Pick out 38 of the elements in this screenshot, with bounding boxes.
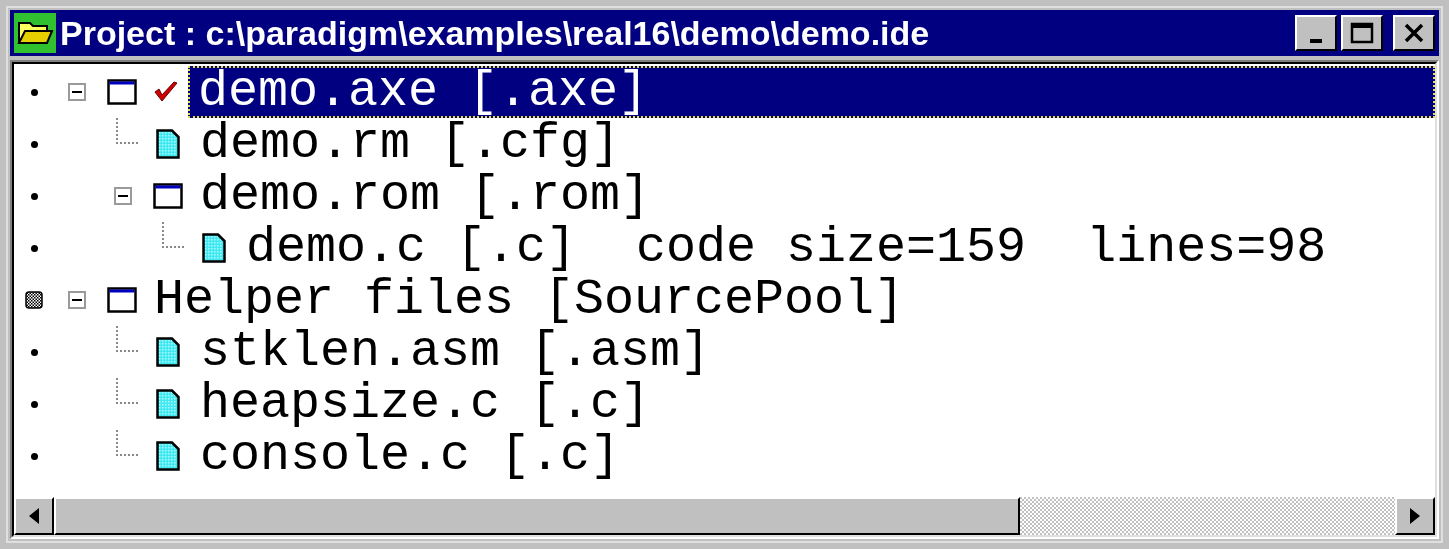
tree-connector	[116, 430, 138, 456]
collapse-toggle[interactable]	[114, 187, 132, 205]
tree-connector	[116, 118, 138, 144]
window-icon	[107, 287, 137, 313]
scroll-right-button[interactable]	[1395, 497, 1435, 535]
document-icon	[156, 337, 180, 367]
tree-item[interactable]: demo.axe [.axe]	[188, 66, 1435, 118]
tree-connector	[116, 326, 138, 352]
maximize-button[interactable]	[1341, 15, 1383, 51]
document-icon	[156, 389, 180, 419]
minimize-icon	[1310, 39, 1322, 43]
checkmark-icon	[153, 80, 179, 104]
tree-connector	[116, 378, 138, 404]
window-icon	[107, 79, 137, 105]
scroll-left-button[interactable]	[14, 497, 54, 535]
close-icon	[1403, 23, 1425, 43]
tree-item[interactable]: stklen.asm [.asm]	[190, 326, 721, 378]
folder-icon	[14, 13, 56, 53]
tree-item[interactable]: console.c [.c]	[190, 430, 631, 482]
minimize-button[interactable]	[1295, 15, 1337, 51]
tree-item[interactable]: demo.c [.c] code size=159 lines=98	[236, 222, 1337, 274]
window-icon	[153, 183, 183, 209]
tree-item[interactable]: heapsize.c [.c]	[190, 378, 661, 430]
scrollbar-thumb[interactable]	[54, 497, 1020, 535]
close-button[interactable]	[1393, 15, 1435, 51]
window-title: Project : c:\paradigm\examples\real16\demo\demo.ide	[60, 16, 931, 50]
document-icon	[156, 441, 180, 471]
collapse-toggle[interactable]	[68, 291, 86, 309]
tree-item[interactable]: demo.rm [.cfg]	[190, 118, 631, 170]
tree-connector	[162, 222, 184, 248]
document-icon	[156, 129, 180, 159]
left-arrow-icon	[29, 508, 39, 524]
right-arrow-icon	[1410, 508, 1420, 524]
document-icon	[202, 233, 226, 263]
tree-item[interactable]: Helper files [SourcePool]	[144, 274, 915, 326]
maximize-icon	[1350, 22, 1374, 44]
tree-item[interactable]: demo.rom [.rom]	[190, 170, 661, 222]
collapse-toggle[interactable]	[68, 83, 86, 101]
